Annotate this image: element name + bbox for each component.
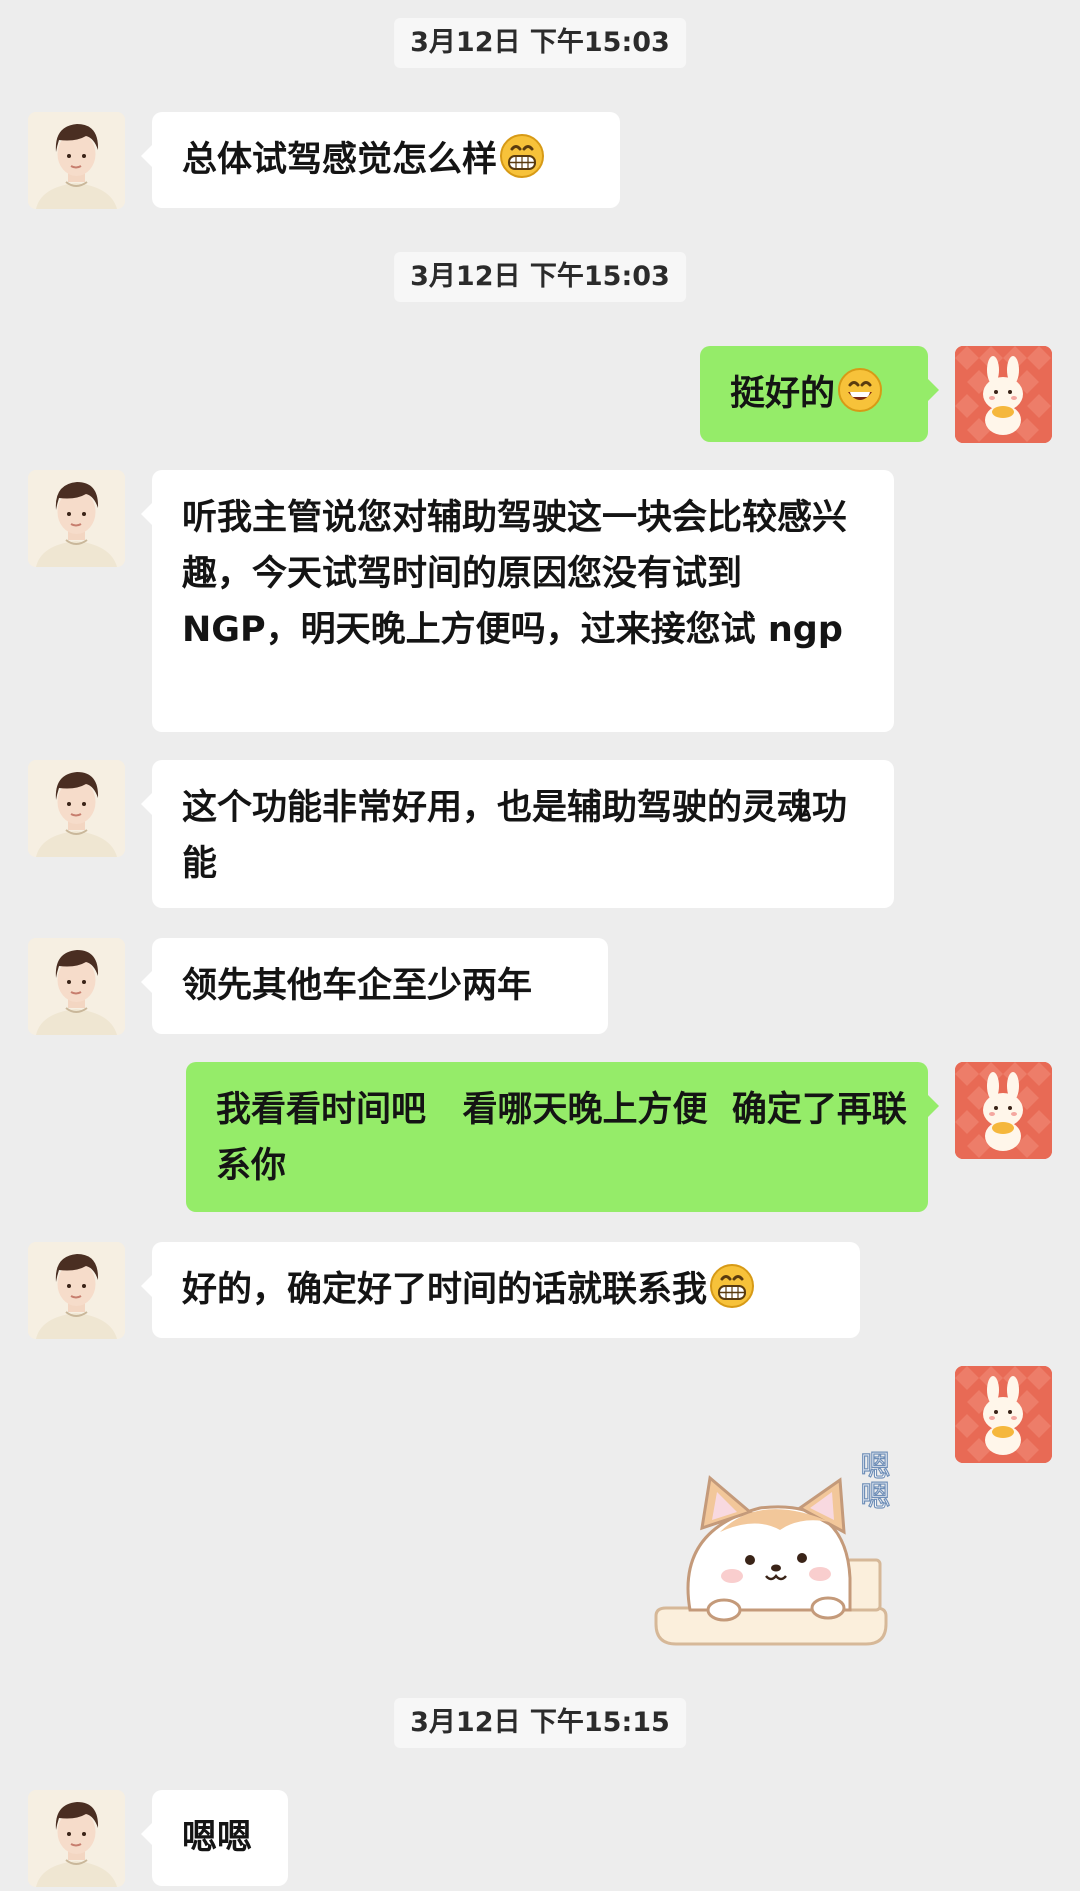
avatar[interactable] xyxy=(28,470,125,567)
bubble-tail xyxy=(927,378,939,402)
message-bubble[interactable]: 总体试驾感觉怎么样 xyxy=(141,112,620,208)
bubble-tail xyxy=(141,502,153,526)
bubble-tail xyxy=(141,792,153,816)
bubble-tail xyxy=(927,1094,939,1118)
bubble-tail xyxy=(141,1274,153,1298)
avatar[interactable] xyxy=(28,1790,125,1887)
bubble-tail xyxy=(141,144,153,168)
avatar[interactable] xyxy=(28,112,125,209)
message-text: 好的，确定好了时间的话就联系我 xyxy=(182,1270,708,1310)
message-text: 嗯嗯 xyxy=(182,1818,253,1858)
message-bubble[interactable]: 嗯嗯 xyxy=(141,1790,288,1886)
message-text: 挺好的 xyxy=(730,374,836,414)
avatar[interactable] xyxy=(955,346,1052,443)
avatar[interactable] xyxy=(955,1062,1052,1159)
message-bubble[interactable]: 好的，确定好了时间的话就联系我 xyxy=(141,1242,860,1338)
message-text: 我看看时间吧 看哪天晚上方便 确定了再联系你 xyxy=(216,1090,907,1186)
avatar[interactable] xyxy=(955,1366,1052,1463)
timestamp: 3月12日 下午15:03 xyxy=(394,18,686,68)
message-bubble[interactable]: 听我主管说您对辅助驾驶这一块会比较感兴趣，今天试驾时间的原因您没有试到 NGP，… xyxy=(141,470,894,732)
shiba-dog-sticker[interactable]: 嗯嗯 xyxy=(650,1420,910,1660)
message-text: 领先其他车企至少两年 xyxy=(182,966,533,1006)
avatar[interactable] xyxy=(28,1242,125,1339)
message-bubble[interactable]: 我看看时间吧 看哪天晚上方便 确定了再联系你 xyxy=(186,1062,939,1212)
message-text: 这个功能非常好用，也是辅助驾驶的灵魂功能 xyxy=(182,788,848,884)
message-bubble[interactable]: 领先其他车企至少两年 xyxy=(141,938,608,1034)
message-text: 听我主管说您对辅助驾驶这一块会比较感兴趣，今天试驾时间的原因您没有试到 NGP，… xyxy=(182,498,848,650)
avatar[interactable] xyxy=(28,938,125,1035)
avatar[interactable] xyxy=(28,760,125,857)
message-bubble[interactable]: 挺好的 xyxy=(700,346,939,442)
message-text: 总体试驾感觉怎么样 xyxy=(182,140,498,180)
grinning-face-icon xyxy=(499,133,545,179)
smiling-face-icon xyxy=(837,367,883,413)
timestamp: 3月12日 下午15:03 xyxy=(394,252,686,302)
grinning-face-icon xyxy=(709,1263,755,1309)
timestamp: 3月12日 下午15:15 xyxy=(394,1698,686,1748)
sticker-text: 嗯嗯 xyxy=(855,1450,890,1510)
message-bubble[interactable]: 这个功能非常好用，也是辅助驾驶的灵魂功能 xyxy=(141,760,894,908)
bubble-tail xyxy=(141,970,153,994)
bubble-tail xyxy=(141,1822,153,1846)
